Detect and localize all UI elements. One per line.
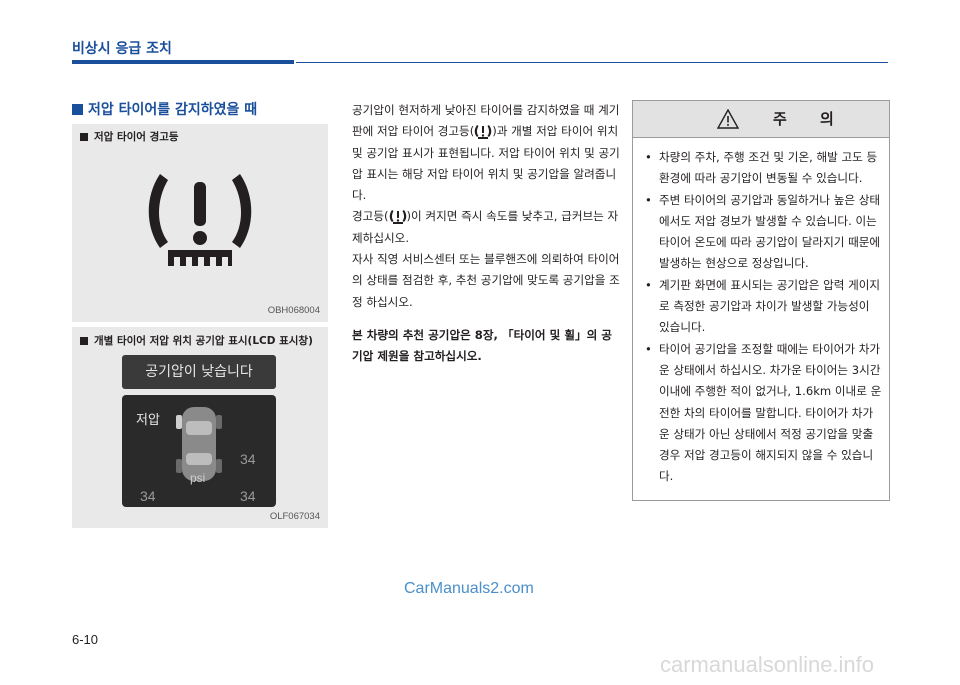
body-text-span: 경고등( xyxy=(352,209,389,224)
figure-bullet xyxy=(80,337,88,345)
section-title: 저압 타이어를 감지하였을 때 xyxy=(88,102,258,118)
tpms-inline-icon xyxy=(475,125,492,140)
figure-code: OLF067034 xyxy=(269,511,320,522)
lcd-value-rear-right: 34 xyxy=(240,488,256,504)
figure-lcd-display: 개별 타이어 저압 위치 공기압 표시(LCD 표시창) 공기압이 낮습니다 저… xyxy=(72,327,328,528)
warning-triangle-icon xyxy=(717,109,739,129)
lcd-screen: 공기압이 낮습니다 저압 34 34 34 psi xyxy=(122,355,276,507)
tpms-warning-icon xyxy=(148,174,252,266)
caution-title: 주 의 xyxy=(773,110,848,128)
figure-caption: 저압 타이어 경고등 xyxy=(94,131,179,143)
body-paragraph-3: 자사 직영 서비스센터 또는 블루핸즈에 의뢰하여 타이어의 상태를 점검한 후… xyxy=(352,252,620,309)
watermark-link[interactable]: CarManuals2.com xyxy=(404,580,534,598)
site-watermark: carmanualsonline.info xyxy=(660,652,875,677)
body-paragraph-2: 경고등()이 켜지면 즉시 속도를 낮추고, 급커브는 자제하십시오. xyxy=(352,206,620,249)
caution-item: 주변 타이어의 공기압과 동일하거나 높은 상태에서도 저압 경보가 발생할 수… xyxy=(645,190,883,275)
chapter-title: 비상시 응급 조치 xyxy=(72,41,172,57)
tpms-inline-icon xyxy=(389,210,406,225)
caution-item: 차량의 주차, 주행 조건 및 기온, 해발 고도 등 환경에 따라 공기압이 … xyxy=(645,147,883,190)
lcd-banner: 공기압이 낮습니다 xyxy=(122,355,276,389)
figure-tpms-lamp: 저압 타이어 경고등 OBH068004 xyxy=(72,124,328,322)
lcd-value-front-right: 34 xyxy=(240,451,256,467)
lcd-unit: psi xyxy=(190,471,206,485)
caution-item: 타이어 공기압을 조정할 때에는 타이어가 차가운 상태에서 하십시오. 차가운… xyxy=(645,339,883,488)
header-rule-thick xyxy=(72,60,294,64)
body-text: 공기압이 현저하게 낮아진 타이어를 감지하였을 때 계기판에 저압 타이어 경… xyxy=(352,100,620,368)
caution-list: 차량의 주차, 주행 조건 및 기온, 해발 고도 등 환경에 따라 공기압이 … xyxy=(645,147,883,488)
figure-code: OBH068004 xyxy=(267,305,320,316)
lcd-value-rear-left: 34 xyxy=(140,488,156,504)
lcd-low-pressure-label: 저압 xyxy=(136,413,160,428)
page-number: 6-10 xyxy=(72,632,99,647)
caution-item: 계기판 화면에 표시되는 공기압은 압력 게이지로 측정한 공기압과 차이가 발… xyxy=(645,275,883,339)
section-bullet xyxy=(72,104,83,115)
figure-bullet xyxy=(80,133,88,141)
figure-caption: 개별 타이어 저압 위치 공기압 표시(LCD 표시창) xyxy=(94,335,313,347)
caution-header: 주 의 xyxy=(633,101,889,138)
caution-box: 주 의 차량의 주차, 주행 조건 및 기온, 해발 고도 등 환경에 따라 공… xyxy=(632,100,890,501)
body-paragraph-4: 본 차량의 추천 공기압은 8장, 「타이어 및 휠」의 공기압 제원을 참고하… xyxy=(352,327,612,364)
header-rule-thin xyxy=(296,62,888,63)
body-paragraph-1: 공기압이 현저하게 낮아진 타이어를 감지하였을 때 계기판에 저압 타이어 경… xyxy=(352,100,620,206)
